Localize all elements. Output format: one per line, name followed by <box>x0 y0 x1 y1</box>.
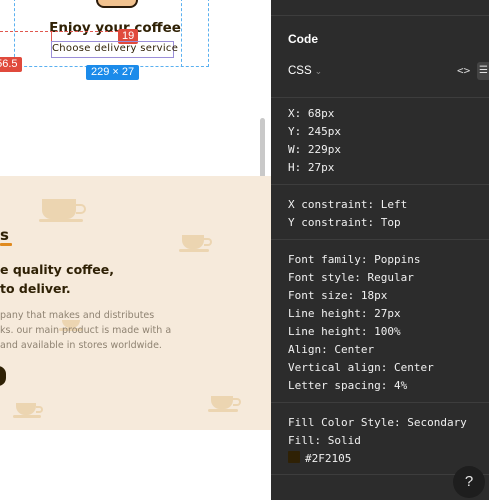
section-tagline-line2: to deliver. <box>0 281 71 296</box>
offset-badge: 156.5 <box>0 57 22 72</box>
prop-fill-hex: #2F2105 <box>305 452 352 465</box>
list-icon[interactable]: ☰ <box>477 62 489 80</box>
about-section: s e quality coffee, to deliver. pany tha… <box>0 176 271 430</box>
prop-letter-spacing: Letter spacing: 4% <box>288 379 408 392</box>
decor-coffee-cup-icon <box>208 392 245 412</box>
language-select-value: CSS <box>288 65 312 77</box>
prop-x-constraint: X constraint: Left <box>288 198 408 211</box>
prop-line-height-pct: Line height: 100% <box>288 325 401 338</box>
prop-height: H: 27px <box>288 161 335 174</box>
color-swatch[interactable] <box>288 451 300 463</box>
selected-delivery-button[interactable]: Choose delivery service <box>51 41 178 58</box>
card-title: Enjoy your coffee <box>49 20 181 36</box>
decor-coffee-cup-icon <box>179 230 218 252</box>
prop-fill-type: Fill: Solid <box>288 434 361 447</box>
prop-font-size: Font size: 18px <box>288 289 388 302</box>
chevron-down-icon: ⌄ <box>314 66 323 76</box>
divider <box>271 15 489 16</box>
size-badge: 229 × 27 <box>86 65 140 80</box>
divider <box>271 402 489 403</box>
section-button[interactable] <box>0 366 6 386</box>
prop-vertical-align: Vertical align: Center <box>288 361 434 374</box>
divider <box>271 184 489 185</box>
measure-line-horizontal <box>0 31 118 32</box>
body-line: pany that makes and distributes <box>0 310 155 321</box>
prop-line-height-px: Line height: 27px <box>288 307 401 320</box>
panel-title: Code <box>288 32 318 46</box>
prop-align: Align: Center <box>288 343 375 356</box>
heading-underline <box>0 243 12 246</box>
prop-font-family: Font family: Poppins <box>288 253 421 266</box>
section-tagline-line1: e quality coffee, <box>0 262 114 277</box>
design-canvas[interactable]: Enjoy your coffee 19 156.5 Choose delive… <box>0 0 271 500</box>
section-heading: s <box>0 226 9 244</box>
inspector-panel: Code CSS ⌄ <> ☰ X: 68px Y: 245px W: 229px… <box>271 0 489 500</box>
help-button[interactable]: ? <box>453 466 485 498</box>
code-brackets-icon[interactable]: <> <box>457 64 470 77</box>
prop-fill-style: Fill Color Style: Secondary <box>288 416 467 429</box>
language-select[interactable]: CSS ⌄ <box>288 65 322 77</box>
measure-line-vertical <box>51 31 52 41</box>
section-body-text: pany that makes and distributes ks. our … <box>0 308 190 353</box>
decor-coffee-cup-icon <box>39 192 92 222</box>
prop-x: X: 68px <box>288 107 335 120</box>
prop-font-style: Font style: Regular <box>288 271 414 284</box>
divider <box>271 239 489 240</box>
prop-width: W: 229px <box>288 143 341 156</box>
prop-y: Y: 245px <box>288 125 341 138</box>
prop-y-constraint: Y constraint: Top <box>288 216 401 229</box>
body-line: ks. our main product is made with a <box>0 325 172 336</box>
divider <box>271 97 489 98</box>
body-line: and available in stores worldwide. <box>0 340 162 351</box>
decor-coffee-cup-icon <box>13 400 48 418</box>
